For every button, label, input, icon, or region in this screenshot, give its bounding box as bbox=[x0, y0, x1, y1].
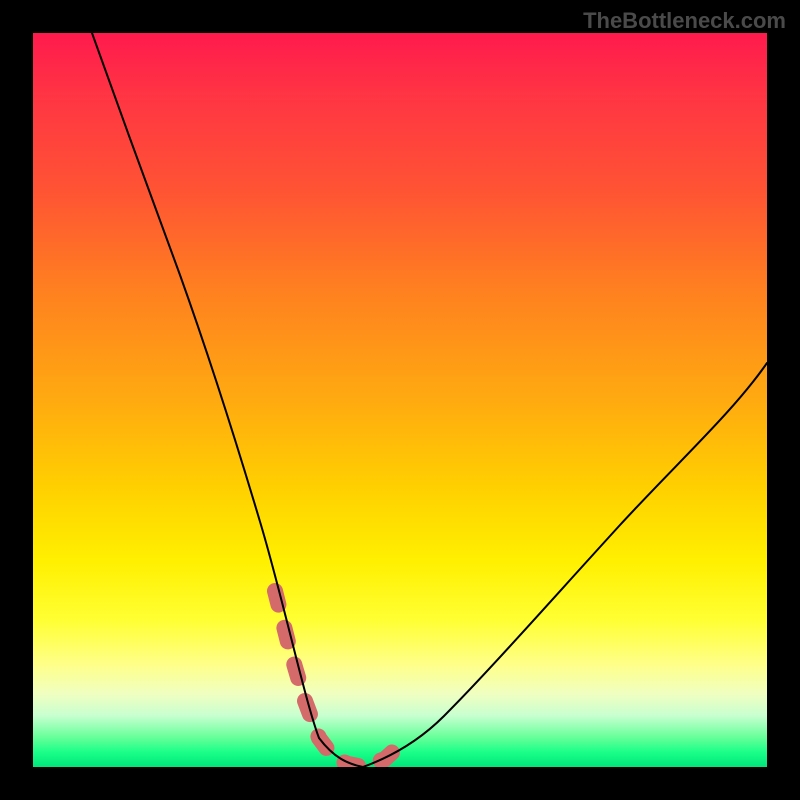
chart-svg bbox=[33, 33, 767, 767]
chart-frame: TheBottleneck.com bbox=[0, 0, 800, 800]
bottleneck-curve bbox=[92, 33, 767, 767]
recommended-zone-marker bbox=[275, 591, 400, 767]
plot-area bbox=[33, 33, 767, 767]
source-label: TheBottleneck.com bbox=[583, 8, 786, 34]
